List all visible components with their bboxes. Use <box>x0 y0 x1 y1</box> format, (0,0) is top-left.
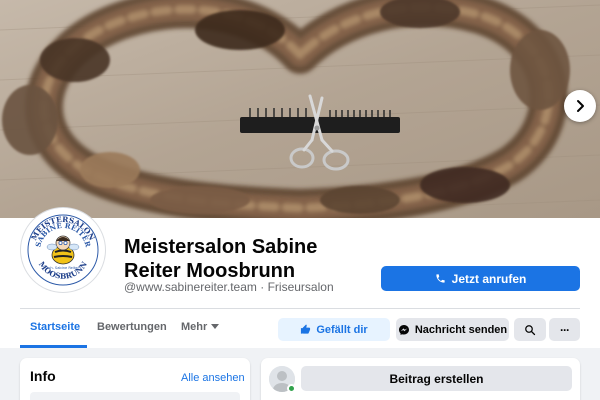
more-options-button[interactable]: ··· <box>549 318 580 341</box>
post-composer: Beitrag erstellen <box>261 358 580 400</box>
search-icon <box>525 324 536 335</box>
send-message-button[interactable]: Nachricht senden <box>396 318 509 341</box>
call-now-button[interactable]: Jetzt anrufen <box>381 266 580 291</box>
page-handle[interactable]: @www.sabinereiter.team <box>124 280 257 294</box>
more-icon: ··· <box>560 322 570 337</box>
info-card: Info Alle ansehen <box>20 358 250 400</box>
create-post-button[interactable]: Beitrag erstellen <box>301 366 572 391</box>
thumbs-up-icon <box>301 324 311 334</box>
online-status-badge <box>287 384 296 393</box>
chevron-right-icon <box>577 100 584 112</box>
info-title: Info <box>30 368 56 384</box>
messenger-icon <box>398 324 409 335</box>
page-title: Meistersalon Sabine Reiter Moosbrunn <box>124 236 318 282</box>
like-button[interactable]: Gefällt dir <box>278 318 390 341</box>
profile-picture[interactable]: MEISTERSALON SABINE REITER Inh. Sabine R… <box>21 208 105 292</box>
tab-label: Startseite <box>30 321 81 333</box>
caret-down-icon <box>211 324 220 329</box>
page-category[interactable]: Friseursalon <box>268 280 334 294</box>
search-button[interactable] <box>514 318 546 341</box>
tab-mehr[interactable]: Mehr <box>181 321 220 333</box>
salon-logo: MEISTERSALON SABINE REITER Inh. Sabine R… <box>25 212 101 288</box>
cover-photo[interactable] <box>0 0 600 218</box>
header-divider <box>20 308 580 309</box>
tab-bewertungen[interactable]: Bewertungen <box>97 321 167 333</box>
like-label: Gefällt dir <box>316 323 368 336</box>
page-meta: @www.sabinereiter.team · Friseursalon <box>124 280 334 294</box>
phone-icon <box>436 274 445 283</box>
send-message-label: Nachricht senden <box>414 323 508 336</box>
meta-separator: · <box>260 280 265 294</box>
active-tab-indicator <box>20 345 87 348</box>
tab-startseite[interactable]: Startseite <box>30 321 80 333</box>
call-now-label: Jetzt anrufen <box>451 271 527 286</box>
info-content-placeholder <box>30 392 240 400</box>
cover-next-button[interactable] <box>564 90 596 122</box>
tab-label: Bewertungen <box>97 321 167 333</box>
see-all-link[interactable]: Alle ansehen <box>181 372 245 384</box>
cover-image <box>0 0 600 218</box>
tab-label: Mehr <box>181 321 208 333</box>
